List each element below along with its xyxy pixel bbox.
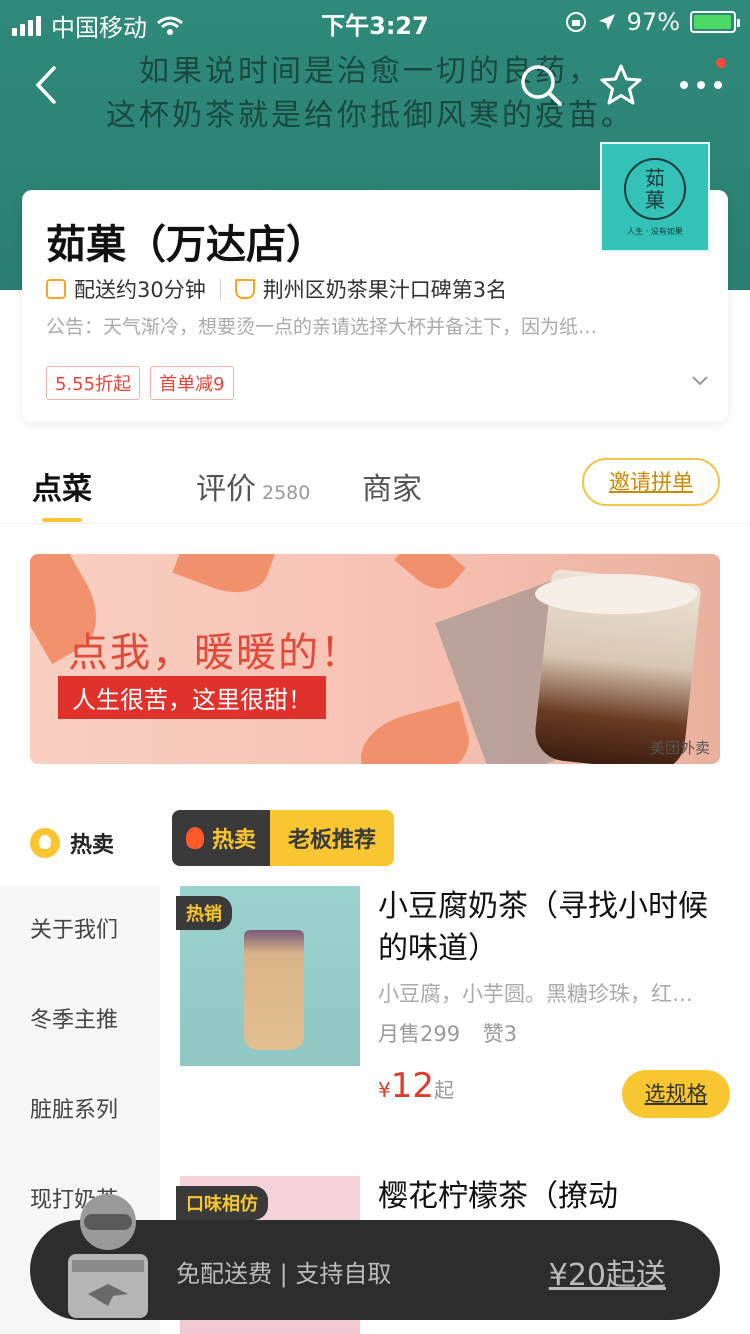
- delivery-rider-icon[interactable]: [58, 1184, 158, 1324]
- cart-info: 免配送费 | 支持自取: [176, 1260, 392, 1288]
- sidebar-item-hot[interactable]: 热卖: [0, 800, 160, 886]
- logo-mark: 茹 菓: [624, 157, 686, 220]
- tab-reviews[interactable]: 评价 2580: [196, 464, 310, 508]
- slogan-line-1: 如果说时间是治愈一切的良药，: [139, 54, 601, 89]
- sidebar-item-label: 热卖: [70, 833, 115, 858]
- promo-badge: 5.55折起: [46, 366, 141, 400]
- product-price: ¥12起: [378, 1066, 454, 1106]
- divider: [219, 279, 221, 299]
- logo-char-1: 茹: [645, 165, 665, 190]
- section-header: 热卖 老板推荐: [172, 810, 395, 866]
- product-description: 小豆腐，小芋圆。黑糖珍珠，红…: [378, 982, 693, 1006]
- flame-icon: [186, 827, 204, 849]
- sidebar-item-dirty[interactable]: 脏脏系列: [30, 1092, 118, 1124]
- battery-percent: 97%: [626, 8, 680, 36]
- product-badge: 热销: [176, 896, 232, 930]
- status-bar: 中国移动 下午3:27 97%: [0, 0, 750, 42]
- section-recommend: 老板推荐: [270, 810, 395, 866]
- product-stats: 月售299 赞3: [378, 1018, 517, 1048]
- delivery-time: 配送约30分钟: [74, 278, 206, 302]
- promo-list: 5.55折起 首单减9: [46, 366, 234, 400]
- more-icon: [680, 81, 722, 89]
- leaf-decoration: [352, 700, 478, 764]
- min-order-button[interactable]: ¥20起送: [549, 1250, 666, 1294]
- tab-bar: 点菜 评价 2580 商家 邀请拼单: [0, 440, 750, 524]
- search-button[interactable]: [518, 62, 564, 108]
- store-rank: 荆州区奶茶果汁口碑第3名: [262, 278, 508, 302]
- rank-icon: [234, 279, 255, 299]
- like-count: 赞3: [482, 1022, 518, 1046]
- section-hot-label: 热卖: [212, 828, 257, 853]
- leaf-decoration: [394, 554, 466, 599]
- banner-subtitle: 人生很苦，这里很甜！: [58, 676, 326, 719]
- product-name: 樱花柠檬茶（撩动: [378, 1179, 618, 1214]
- logo-char-2: 菓: [645, 187, 665, 212]
- store-name: 茹菓（万达店）: [46, 222, 326, 268]
- header-slogan: 如果说时间是治愈一切的良药， 这杯奶茶就是给你抵御风寒的疫苗。: [70, 50, 670, 138]
- banner-title: 点我，暖暖的！: [68, 630, 362, 676]
- promo-banner[interactable]: 点我，暖暖的！ 人生很苦，这里很甜！ 美团外卖: [30, 554, 720, 764]
- currency-symbol: ¥: [378, 1078, 391, 1102]
- section-hot: 热卖: [172, 810, 271, 866]
- product-badge: 口味相仿: [176, 1186, 268, 1220]
- store-page: 中国移动 下午3:27 97% 如果说时间是治愈一切的良药， 这杯奶茶就是给你抵…: [0, 0, 750, 1334]
- product-name: 小豆腐奶茶（寻找小时候的味道）: [378, 889, 708, 966]
- more-button[interactable]: [676, 62, 726, 108]
- choose-spec-button[interactable]: 选规格: [622, 1070, 730, 1118]
- invite-group-order-button[interactable]: 邀请拼单: [582, 458, 720, 506]
- favorite-button[interactable]: [598, 62, 644, 108]
- tab-menu[interactable]: 点菜: [32, 464, 92, 508]
- clock-icon: [46, 279, 66, 299]
- active-tab-indicator: [42, 518, 82, 522]
- flame-icon: [30, 828, 60, 858]
- search-icon: [521, 65, 562, 106]
- star-icon: [600, 64, 642, 105]
- review-count: 2580: [262, 482, 311, 504]
- tab-label: 点菜: [32, 472, 92, 507]
- cup-top: [535, 574, 697, 614]
- notification-dot: [716, 58, 726, 68]
- monthly-sales: 月售299: [378, 1022, 461, 1046]
- tab-label: 商家: [362, 472, 422, 507]
- promo-badge: 首单减9: [150, 366, 234, 400]
- milk-tea-image: [244, 930, 304, 1050]
- tab-merchant[interactable]: 商家: [362, 464, 422, 508]
- banner-watermark: 美团外卖: [649, 739, 710, 757]
- chevron-down-icon[interactable]: [690, 370, 710, 390]
- battery-icon: [690, 11, 740, 33]
- product-card[interactable]: 热销 小豆腐奶茶（寻找小时候的味道） 小豆腐，小芋圆。黑糖珍珠，红… 月售299…: [176, 886, 740, 1136]
- sidebar-item-about[interactable]: 关于我们: [30, 912, 118, 944]
- leaf-decoration: [172, 554, 278, 604]
- chevron-left-icon: [35, 66, 56, 104]
- store-meta: 配送约30分钟 荆州区奶茶果汁口碑第3名: [46, 274, 507, 304]
- price-value: 12: [390, 1066, 434, 1106]
- sidebar-item-winter[interactable]: 冬季主推: [30, 1002, 118, 1034]
- slogan-line-2: 这杯奶茶就是给你抵御风寒的疫苗。: [106, 98, 634, 133]
- location-icon: [598, 14, 615, 30]
- rotation-lock-icon: [565, 12, 586, 32]
- logo-tagline: 人生 · 没有如果: [627, 226, 683, 236]
- price-suffix: 起: [434, 1078, 454, 1102]
- store-notice: 公告：天气渐冷，想要烫一点的亲请选择大杯并备注下，因为纸…: [46, 316, 598, 338]
- store-logo: 茹 菓 人生 · 没有如果: [600, 142, 710, 252]
- back-button[interactable]: [28, 62, 68, 108]
- tab-label: 评价: [196, 472, 256, 507]
